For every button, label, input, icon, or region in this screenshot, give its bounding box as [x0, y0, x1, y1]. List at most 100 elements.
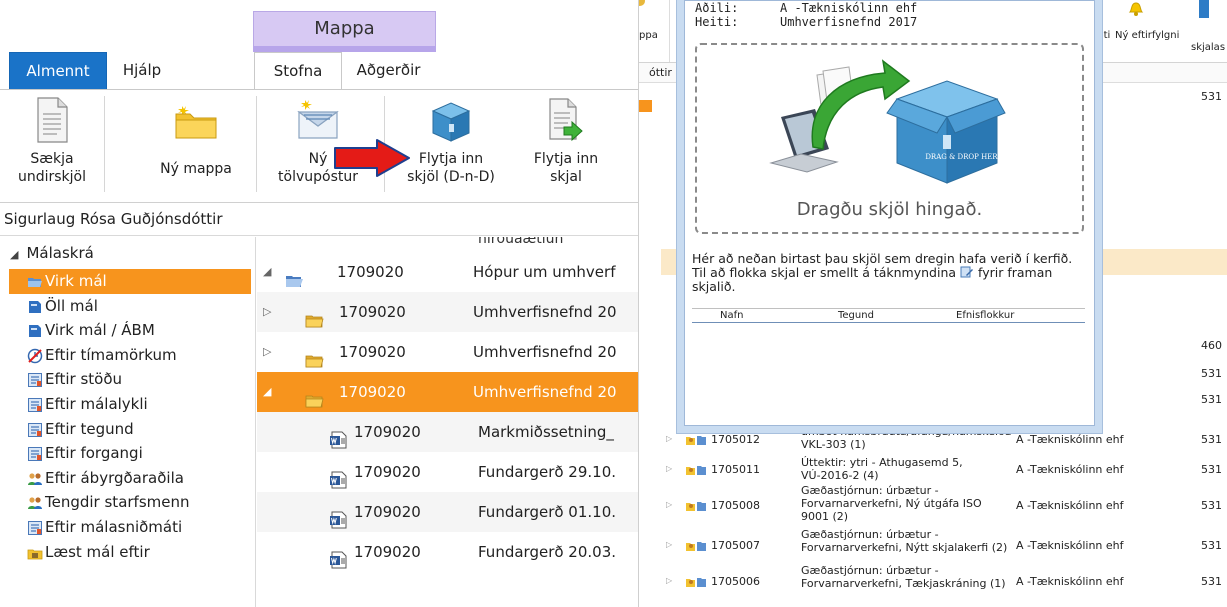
toolbar-label[interactable]: ppa: [639, 30, 658, 41]
table-row[interactable]: ▷ 1705006 Gæðastjórnun: úrbætur - Forvarna…: [661, 564, 1227, 600]
case-icon: [27, 298, 43, 314]
expand-icon[interactable]: ▷: [666, 576, 672, 585]
tab-stofna[interactable]: Stofna: [254, 52, 342, 91]
row-name: Fundargerð 01.10.: [478, 503, 617, 521]
list-item[interactable]: ▷ 1709020 Umhverfisnefnd 20: [257, 292, 638, 332]
list-item[interactable]: 1709020 Markmiðssetning_: [257, 412, 638, 452]
row-name: Hópur um umhverf: [473, 263, 616, 281]
expand-icon[interactable]: ▷: [666, 540, 672, 549]
case-icon: [27, 322, 43, 338]
tree-item[interactable]: Eftir tegund: [9, 417, 251, 442]
collapse-icon[interactable]: ◢: [10, 248, 18, 261]
word-document-icon: [329, 424, 348, 449]
list-item[interactable]: ▷ 1709020 Umhverfisnefnd 20: [257, 332, 638, 372]
word-document-icon: [329, 464, 348, 489]
tree-item[interactable]: Eftir stöðu: [9, 367, 251, 392]
expand-icon[interactable]: ▷: [666, 464, 672, 473]
row-number: 531: [1201, 499, 1222, 512]
case-folder-icon: [685, 434, 707, 446]
report-icon: [27, 396, 43, 412]
tree-root-label: Málaskrá: [26, 244, 94, 262]
fetch-subdocuments-button[interactable]: Sækja undirskjöl: [6, 90, 98, 198]
info-line-1: Hér að neðan birtast þau skjöl sem dregi…: [692, 251, 1073, 266]
drop-instruction: Dragðu skjöl hingað.: [796, 199, 983, 220]
row-id: 1705006: [711, 575, 760, 588]
row-id: 1705012: [711, 433, 760, 446]
toolbar-separator: [669, 0, 670, 62]
main-window: Mappa Almennt Hjálp Stofna Aðgerðir Sækj…: [0, 0, 638, 607]
expand-icon[interactable]: ▷: [666, 500, 672, 509]
collapse-icon[interactable]: ◢: [263, 252, 271, 292]
tree-item[interactable]: Virk mál / ÁBM: [9, 318, 251, 343]
tree-item[interactable]: Tengdir starfsmenn: [9, 490, 251, 515]
import-documents-dnd-label: Flytja inn skjöl (D-n-D): [407, 151, 495, 185]
expand-icon[interactable]: ▷: [666, 434, 672, 443]
toolbar-label[interactable]: skjalas: [1191, 42, 1225, 53]
tree-item[interactable]: Virk mál: [9, 269, 251, 294]
list-item[interactable]: 1709020 Fundargerð 29.10.: [257, 452, 638, 492]
list-item[interactable]: 1709020 Fundargerð 20.03.: [257, 532, 638, 572]
folder-icon: [305, 344, 324, 368]
partial-row: hirðuáætlun: [478, 237, 564, 247]
table-row[interactable]: ▷ 1705007 Gæðastjórnun: úrbætur - Forvarna…: [661, 528, 1227, 564]
list-item[interactable]: ◢ 1709020 Hópur um umhverf: [257, 252, 638, 292]
tree-item-label: Tengdir starfsmenn: [45, 493, 190, 512]
column-header-efnisflokkur[interactable]: Efnisflokkur: [956, 310, 1014, 322]
list-item[interactable]: 1709020 Fundargerð 01.10.: [257, 492, 638, 532]
row-id: 1705008: [711, 499, 760, 512]
tree-item[interactable]: Eftir forgangi: [9, 441, 251, 466]
import-document-button[interactable]: Flytja inn skjal: [518, 90, 614, 198]
party-label: Aðili:: [695, 1, 739, 15]
ribbon-icon[interactable]: [639, 0, 647, 8]
bell-icon[interactable]: [1126, 0, 1146, 21]
case-list: hirðuáætlun ◢ 1709020 Hópur um umhverf ▷ 170…: [257, 237, 638, 607]
context-tab-mappa[interactable]: Mappa: [253, 11, 436, 46]
tab-hjalp[interactable]: Hjálp: [107, 52, 177, 90]
list-item[interactable]: ◢ 1709020 Umhverfisnefnd 20: [257, 372, 638, 412]
lock-folder-icon: [27, 544, 43, 560]
collapse-icon[interactable]: ◢: [263, 372, 271, 412]
tree-item[interactable]: Öll mál: [9, 294, 251, 319]
tree-item-label: Eftir tímamörkum: [45, 345, 177, 364]
table-row[interactable]: ▷ 1705008 Gæðastjórnun: úrbætur - Forvarna…: [661, 484, 1227, 528]
row-id: 1709020: [354, 543, 421, 561]
tree-root-malaskra[interactable]: ◢ Málaskrá: [0, 237, 255, 269]
row-name: Gæðastjórnun: úrbætur - Forvarnarverkefn…: [801, 528, 1008, 554]
dnd-import-dialog: Aðili: A -Tækniskólinn ehf Heiti: Umhverfi…: [684, 0, 1095, 426]
drop-zone[interactable]: DRAG & DROP HERE Dragðu skjöl hingað.: [695, 43, 1084, 234]
table-row[interactable]: ▷ 1705011 Úttektir: ytri - Athugasemd 5, V…: [661, 456, 1227, 484]
new-folder-button[interactable]: Ný mappa: [148, 90, 244, 198]
row-number: 460: [1201, 339, 1222, 352]
import-documents-dnd-button[interactable]: Flytja inn skjöl (D-n-D): [398, 90, 504, 198]
column-header-tegund[interactable]: Tegund: [838, 310, 874, 322]
column-header-nafn[interactable]: Nafn: [720, 310, 743, 322]
tree-item-label: Virk mál / ÁBM: [45, 321, 155, 340]
tree-item[interactable]: Eftir tímamörkum: [9, 343, 251, 368]
info-line-2: Til að flokka skjal er smellt á táknmynd…: [692, 266, 1088, 294]
tree-item[interactable]: Eftir málalykli: [9, 392, 251, 417]
tree-item[interactable]: Eftir ábyrgðaraðila: [9, 466, 251, 491]
expand-icon[interactable]: ▷: [263, 332, 271, 372]
tab-adgerdir[interactable]: Aðgerðir: [342, 52, 435, 90]
row-id: 1705011: [711, 463, 760, 476]
tree-item-label: Eftir stöðu: [45, 370, 123, 389]
folder-icon: [305, 304, 324, 328]
expand-icon[interactable]: ▷: [263, 292, 271, 332]
dialog-info: Hér að neðan birtast þau skjöl sem dregi…: [692, 252, 1088, 294]
row-id: 1709020: [337, 263, 404, 281]
row-owner: A -Tækniskólinn ehf: [1016, 463, 1124, 476]
row-name: Fundargerð 29.10.: [478, 463, 617, 481]
row-name: Umhverfisnefnd 20: [473, 303, 617, 321]
drag-drop-illustration-icon: DRAG & DROP HERE: [769, 59, 1006, 184]
ribbon: Sækja undirskjöl Ný mappa Ný tölvupóstur…: [0, 90, 638, 202]
row-owner: A -Tækniskólinn ehf: [1016, 433, 1124, 446]
tree-item[interactable]: Eftir málasniðmáti: [9, 515, 251, 540]
report-icon: [27, 519, 43, 535]
row-name: Umhverfisnefnd 20: [473, 343, 617, 361]
new-followup-button[interactable]: Ný eftirfylgni: [1115, 30, 1179, 41]
row-number: 531: [1201, 393, 1222, 406]
tree-item-label: Eftir tegund: [45, 419, 134, 438]
tab-almennt[interactable]: Almennt: [9, 52, 107, 90]
tree-item[interactable]: Læst mál eftir: [9, 540, 251, 565]
row-id: 1709020: [354, 503, 421, 521]
